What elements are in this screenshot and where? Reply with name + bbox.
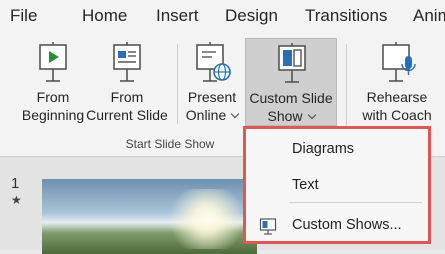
tab-home[interactable]: Home <box>82 6 127 26</box>
custom-shows-icon <box>259 218 277 235</box>
tab-file[interactable]: File <box>10 6 37 26</box>
ribbon-divider <box>346 44 347 132</box>
group-label-start-slide-show: Start Slide Show <box>125 137 215 151</box>
star-icon: ★ <box>11 193 22 207</box>
present-online-label-1: Present <box>187 89 237 105</box>
custom-slide-show-icon <box>278 43 306 83</box>
ribbon-divider <box>177 44 178 124</box>
tab-design[interactable]: Design <box>225 6 278 26</box>
from-current-slide-button[interactable]: From Current Slide <box>80 38 174 124</box>
menu-item-text[interactable]: Text <box>246 169 428 201</box>
tab-transitions[interactable]: Transitions <box>305 6 388 26</box>
custom-slide-show-dropdown: Diagrams Text Custom Shows... <box>243 126 431 244</box>
menu-divider <box>289 202 422 203</box>
slide-number: 1 <box>11 175 20 192</box>
present-online-button[interactable]: Present Online <box>180 38 244 124</box>
tab-insert[interactable]: Insert <box>156 6 199 26</box>
custom-slide-show-label-1: Custom Slide <box>249 90 333 106</box>
from-current-label-1: From <box>110 89 144 105</box>
play-from-beginning-icon <box>39 42 67 82</box>
menu-bar: File Home Insert Design Transitions Anim <box>0 0 445 34</box>
sun-glow <box>162 189 252 249</box>
from-current-label-2: Current Slide <box>86 107 168 123</box>
slide-thumbnail[interactable] <box>42 179 257 254</box>
menu-item-diagrams[interactable]: Diagrams <box>246 133 428 165</box>
present-online-label-2: Online <box>185 107 227 123</box>
chevron-down-icon <box>230 109 240 119</box>
chevron-down-icon <box>307 110 316 120</box>
menu-item-custom-shows-label: Custom Shows... <box>292 217 402 233</box>
custom-slide-show-button[interactable]: Custom Slide Show <box>245 38 337 126</box>
rehearse-coach-icon <box>382 42 416 82</box>
tab-animations[interactable]: Anim <box>413 6 445 26</box>
play-from-current-icon <box>113 42 141 82</box>
menu-item-text-label: Text <box>292 177 319 193</box>
rehearse-label-1: Rehearse <box>366 89 428 105</box>
menu-item-custom-shows[interactable]: Custom Shows... <box>246 209 428 241</box>
custom-slide-show-label-2: Show <box>267 108 303 124</box>
present-online-icon <box>196 42 231 82</box>
rehearse-with-coach-button[interactable]: Rehearse with Coach <box>352 38 442 124</box>
rehearse-label-2: with Coach <box>362 107 432 123</box>
menu-item-diagrams-label: Diagrams <box>292 141 355 157</box>
